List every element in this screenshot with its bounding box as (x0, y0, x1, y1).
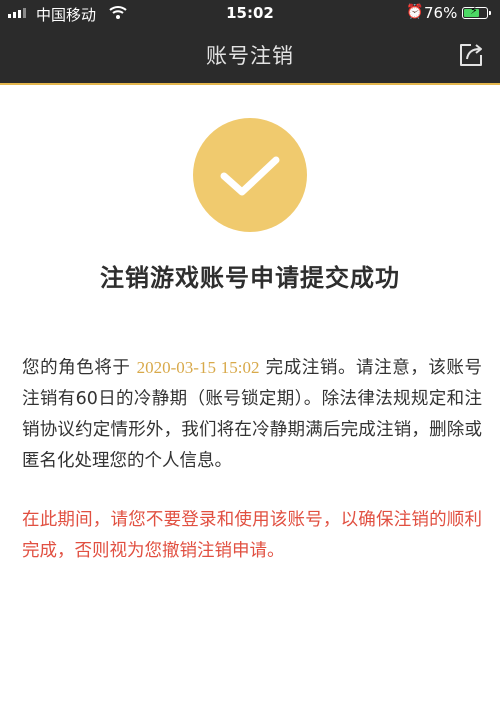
success-headline: 注销游戏账号申请提交成功 (100, 264, 400, 292)
alarm-icon: ⏰ (406, 4, 424, 20)
page-title: 账号注销 (206, 44, 294, 68)
cancellation-datetime: 2020-03-15 15:02 (136, 358, 260, 377)
battery-charging-icon: ⚡ (462, 4, 491, 19)
battery-percent: 76% (424, 4, 458, 22)
warning-message: 在此期间，请您不要登录和使用该账号，以确保注销的顺利完成，否则视为您撤销注销申请… (22, 510, 482, 561)
checkmark-icon (193, 118, 307, 232)
cancellation-message: 您的角色将于 2020-03-15 15:02 完成注销。请注意，该账号注销有6… (22, 352, 482, 477)
navigation-bar: 账号注销 (0, 27, 500, 85)
message-part-1: 您的角色将于 (22, 358, 137, 378)
share-icon[interactable] (455, 39, 487, 71)
status-bar: 中国移动 15:02 ⏰ 76% ⚡ (0, 0, 500, 27)
